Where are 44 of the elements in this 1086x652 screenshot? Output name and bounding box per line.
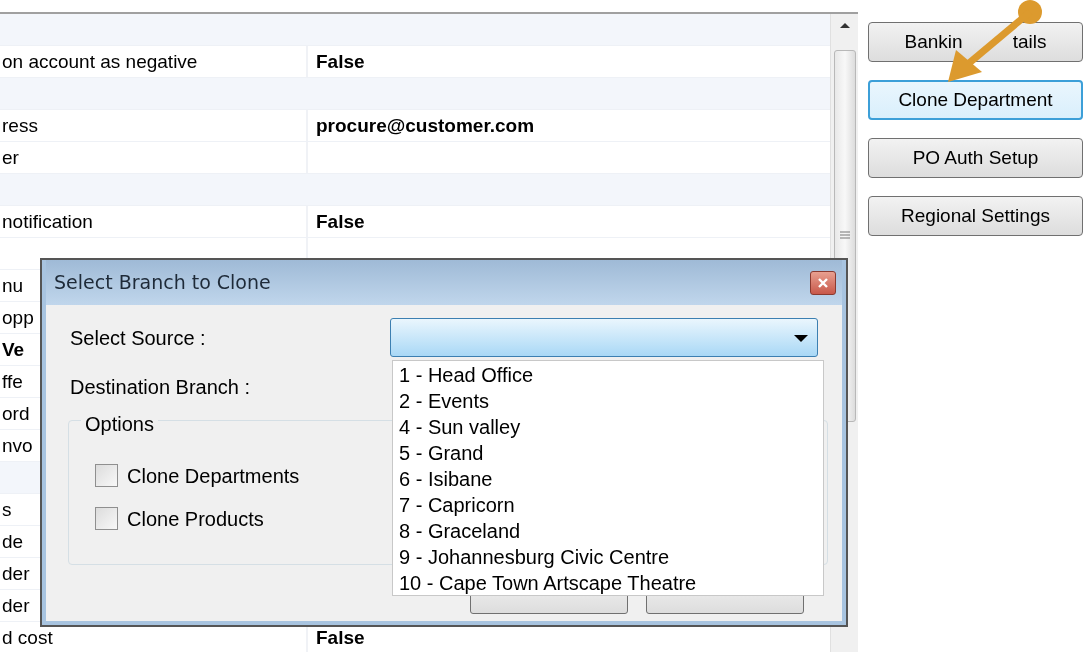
property-value: procure@customer.com: [316, 115, 535, 136]
property-label: s: [2, 499, 12, 520]
dropdown-option[interactable]: 8 - Graceland: [393, 518, 823, 544]
property-label: on account as negative: [2, 51, 198, 72]
checkbox[interactable]: [95, 464, 118, 487]
property-label: nu: [2, 275, 24, 296]
property-label: ffe: [2, 371, 23, 392]
property-label: de: [2, 531, 24, 552]
property-value: False: [316, 51, 365, 72]
dropdown-option[interactable]: 7 - Capricorn: [393, 492, 823, 518]
field-label: Destination Branch :: [70, 375, 252, 400]
property-label: Ve: [2, 339, 25, 360]
property-value: False: [316, 627, 365, 648]
source-dropdown[interactable]: [390, 318, 818, 357]
close-button[interactable]: [810, 270, 836, 295]
grip-icon: [838, 231, 851, 241]
dropdown-option[interactable]: 5 - Grand: [393, 440, 823, 466]
property-label: d cost: [2, 627, 53, 648]
property-label: der: [2, 563, 30, 584]
property-label: der: [2, 595, 30, 616]
checkbox-label: Clone Departments: [127, 463, 300, 489]
property-label: er: [2, 147, 19, 168]
caret-icon: [793, 332, 809, 343]
dropdown-option[interactable]: 2 - Events: [393, 388, 823, 414]
dialog-title: Select Branch to Clone: [54, 270, 271, 296]
property-value: False: [316, 211, 365, 232]
side-button[interactable]: Bankin tails: [868, 22, 1083, 62]
side-button[interactable]: Clone Department: [868, 80, 1083, 120]
dropdown-option[interactable]: 10 - Cape Town Artscape Theatre: [393, 570, 823, 596]
dropdown-option[interactable]: 1 - Head Office: [393, 362, 823, 388]
side-button[interactable]: Regional Settings: [868, 196, 1083, 236]
property-label: nvo: [2, 435, 33, 456]
dropdown-option[interactable]: 4 - Sun valley: [393, 414, 823, 440]
property-label: notification: [2, 211, 93, 232]
dropdown-option[interactable]: 9 - Johannesburg Civic Centre: [393, 544, 823, 570]
field-label: Select Source :: [70, 325, 207, 351]
close-icon: [816, 276, 830, 289]
checkbox[interactable]: [95, 507, 118, 530]
side-button[interactable]: PO Auth Setup: [868, 138, 1083, 178]
property-label: ress: [2, 115, 38, 136]
property-label: opp: [2, 307, 34, 328]
property-label: ord: [2, 403, 30, 424]
checkbox-label: Clone Products: [127, 506, 264, 532]
dropdown-option[interactable]: 6 - Isibane: [393, 466, 823, 492]
